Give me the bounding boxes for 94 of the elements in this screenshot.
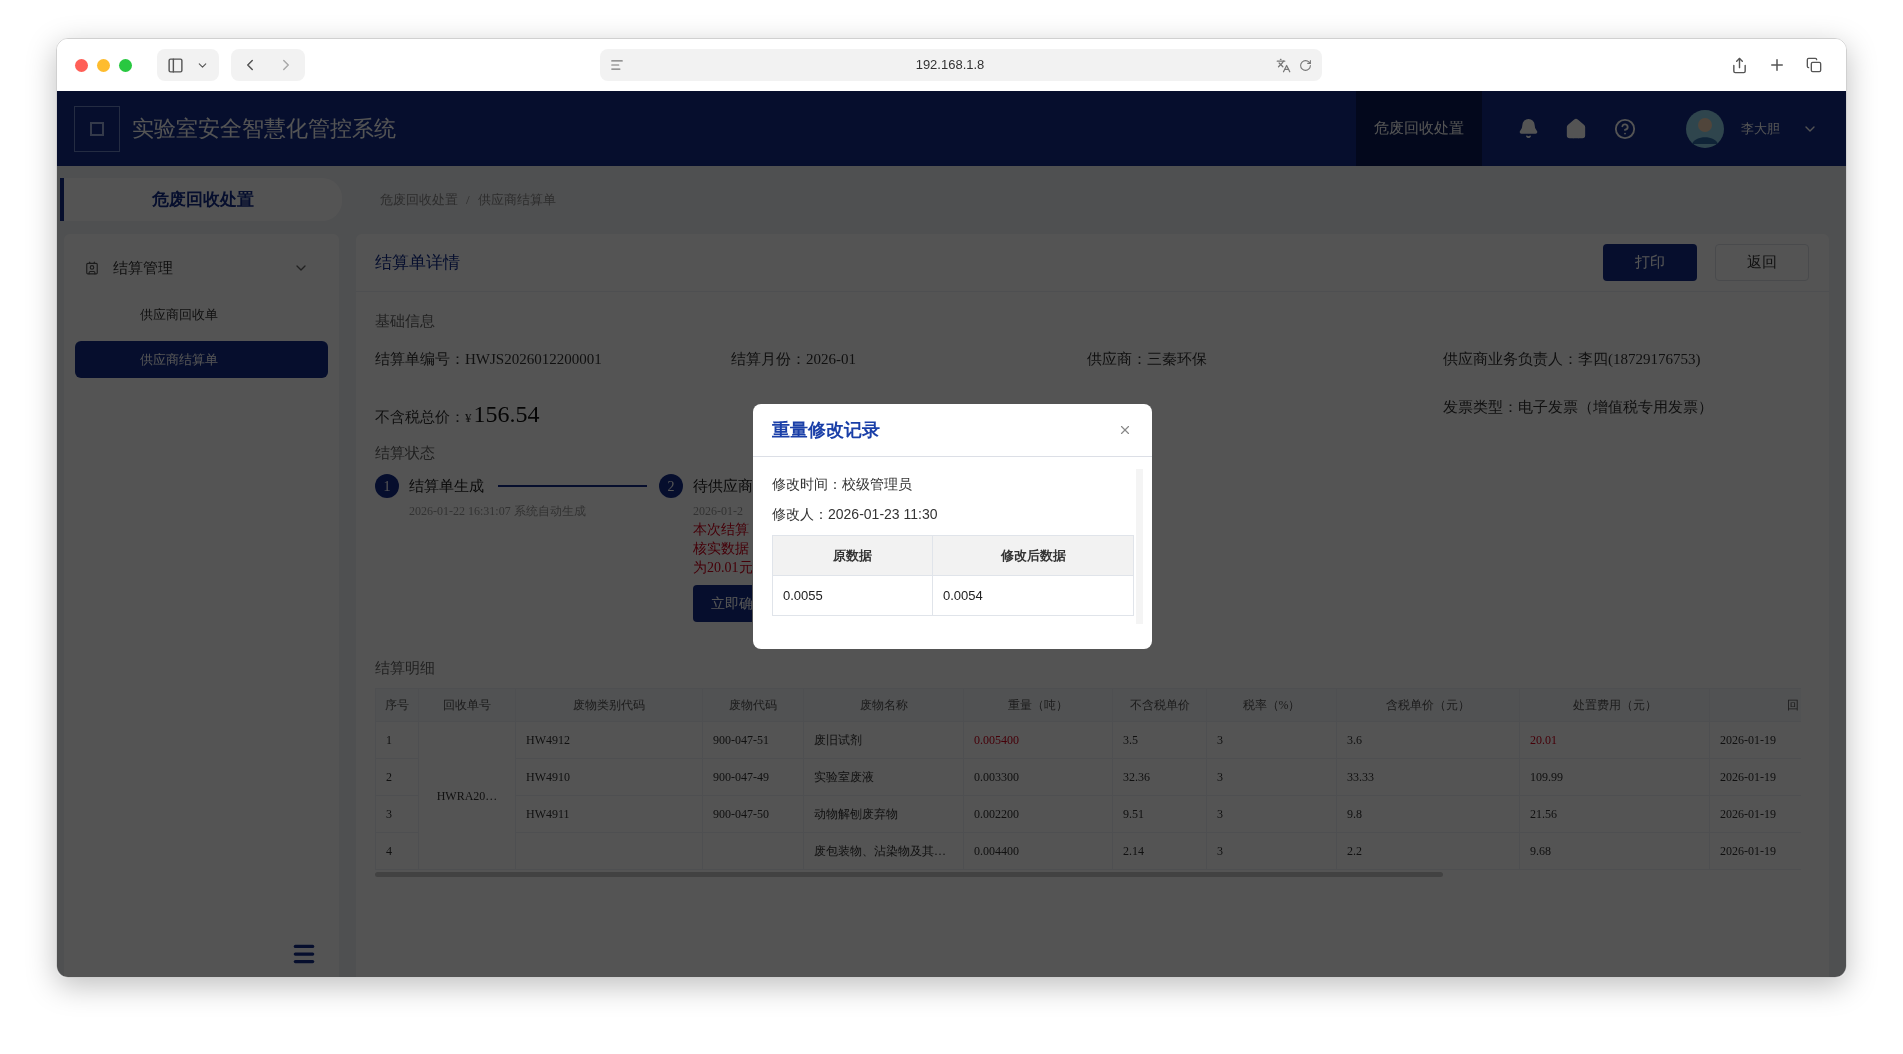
step-note: 为20.01元 xyxy=(693,559,752,577)
help-icon[interactable] xyxy=(1614,117,1636,140)
field-label: 发票类型： xyxy=(1443,398,1518,417)
section-tab[interactable]: 危废回收处置 xyxy=(60,178,342,221)
table-cell: 0.002200 xyxy=(963,795,1113,833)
step-title: 待供应商 xyxy=(693,476,752,496)
dialog-title: 重量修改记录 xyxy=(772,418,880,442)
table-cell: 20.01 xyxy=(1519,721,1710,759)
close-window-button[interactable] xyxy=(75,58,88,72)
table-cell: 0.0054 xyxy=(932,575,1134,616)
field-value: 三秦环保 xyxy=(1147,350,1207,369)
step-note: 本次结算 xyxy=(693,521,750,539)
dialog-field: 修改人：2026-01-23 11:30 xyxy=(772,499,1134,529)
field-value: 2026-01 xyxy=(806,350,856,369)
step-note: 核实数据 xyxy=(693,540,750,558)
card-title: 结算单详情 xyxy=(375,251,460,274)
table-cell: 0.003300 xyxy=(963,758,1113,796)
url-text: 192.168.1.8 xyxy=(914,56,986,75)
translate-icon xyxy=(1276,57,1291,73)
table-cell: 2.14 xyxy=(1112,832,1207,870)
page-menu-icon xyxy=(610,58,624,72)
field-label: 不含税总价： xyxy=(375,408,465,427)
table-cell: 1 xyxy=(375,721,419,759)
breadcrumb-separator: / xyxy=(466,191,470,210)
print-button[interactable]: 打印 xyxy=(1603,244,1697,281)
notification-icon[interactable] xyxy=(1518,118,1539,139)
confirm-button[interactable]: 立即确 xyxy=(693,585,752,622)
field-value: HWJS2026012200001 xyxy=(465,350,602,369)
table-cell: HW4910 xyxy=(515,758,703,796)
currency-sign: ¥ xyxy=(465,409,472,427)
column-header: 修改后数据 xyxy=(932,535,1134,576)
field-value: 电子发票（增值税专用发票） xyxy=(1518,398,1713,417)
table-cell: HW4911 xyxy=(515,795,703,833)
table-cell: 废包装物、沾染物及其… xyxy=(803,832,964,870)
table-cell: 3.5 xyxy=(1112,721,1207,759)
field-value: 156.54 xyxy=(473,400,540,429)
table-cell: HWRA20… xyxy=(418,721,516,870)
user-name: 李大胆 xyxy=(1741,119,1780,138)
table-cell: 0.004400 xyxy=(963,832,1113,870)
table-cell: 2 xyxy=(375,758,419,796)
step-title: 结算单生成 xyxy=(409,476,484,496)
logo-icon xyxy=(74,105,120,152)
sidebar-icon xyxy=(167,56,184,74)
field-label: 结算月份： xyxy=(731,350,806,369)
avatar[interactable] xyxy=(1686,109,1724,148)
table-cell: 废旧试剂 xyxy=(803,721,964,759)
column-header: 原数据 xyxy=(772,535,933,576)
table-cell: 900-047-50 xyxy=(702,795,804,833)
table-cell: 21.56 xyxy=(1519,795,1710,833)
menu-group[interactable]: 结算管理 xyxy=(64,248,339,288)
table-cell: HW4912 xyxy=(515,721,703,759)
table-cell: 实验室废液 xyxy=(803,758,964,796)
app-title: 实验室安全智慧化管控系统 xyxy=(132,115,396,143)
contact-card-icon xyxy=(85,261,99,275)
sidebar-toggle-button[interactable] xyxy=(157,49,219,81)
back-button[interactable]: 返回 xyxy=(1715,244,1809,281)
table-cell: 0.005400 xyxy=(963,721,1113,759)
reload-icon xyxy=(1299,58,1312,72)
field-value: 李四(18729176753) xyxy=(1578,350,1701,369)
table-cell: 动物解刨废弃物 xyxy=(803,795,964,833)
menu-item[interactable]: 供应商结算单 xyxy=(75,341,328,378)
nav-tab[interactable]: 危废回收处置 xyxy=(1356,91,1482,166)
share-icon[interactable] xyxy=(1731,56,1748,74)
tabs-icon[interactable] xyxy=(1806,57,1822,73)
table-cell: 32.36 xyxy=(1112,758,1207,796)
zoom-window-button[interactable] xyxy=(119,58,132,72)
new-tab-icon[interactable] xyxy=(1768,56,1786,74)
table-cell: 109.99 xyxy=(1519,758,1710,796)
table-cell: 9.51 xyxy=(1112,795,1207,833)
table-cell: 900-047-51 xyxy=(702,721,804,759)
home-icon[interactable] xyxy=(1565,117,1587,140)
table-cell: 9.8 xyxy=(1336,795,1520,833)
field-label: 供应商： xyxy=(1087,350,1147,369)
minimize-window-button[interactable] xyxy=(97,58,110,72)
menu-item[interactable]: 供应商回收单 xyxy=(75,296,328,333)
field-label: 供应商业务负责人： xyxy=(1443,350,1578,369)
table-cell: 3.6 xyxy=(1336,721,1520,759)
table-cell: 4 xyxy=(375,832,419,870)
step-number: 2 xyxy=(659,474,683,498)
table-cell: 3 xyxy=(1206,721,1337,759)
table-cell: 3 xyxy=(1206,758,1337,796)
step-number: 1 xyxy=(375,474,399,498)
table-cell: 2.2 xyxy=(1336,832,1520,870)
field-label: 结算单编号： xyxy=(375,350,465,369)
table-cell: 3 xyxy=(1206,795,1337,833)
table-cell: 3 xyxy=(1206,832,1337,870)
table-cell: 33.33 xyxy=(1336,758,1520,796)
table-cell: 9.68 xyxy=(1519,832,1710,870)
address-bar[interactable]: 192.168.1.8 xyxy=(600,49,1322,81)
table-cell: 900-047-49 xyxy=(702,758,804,796)
close-icon[interactable] xyxy=(1118,423,1132,437)
dialog-field: 修改时间：校级管理员 xyxy=(772,469,1134,499)
table-cell: 0.0055 xyxy=(772,575,933,616)
table-cell: 3 xyxy=(375,795,419,833)
